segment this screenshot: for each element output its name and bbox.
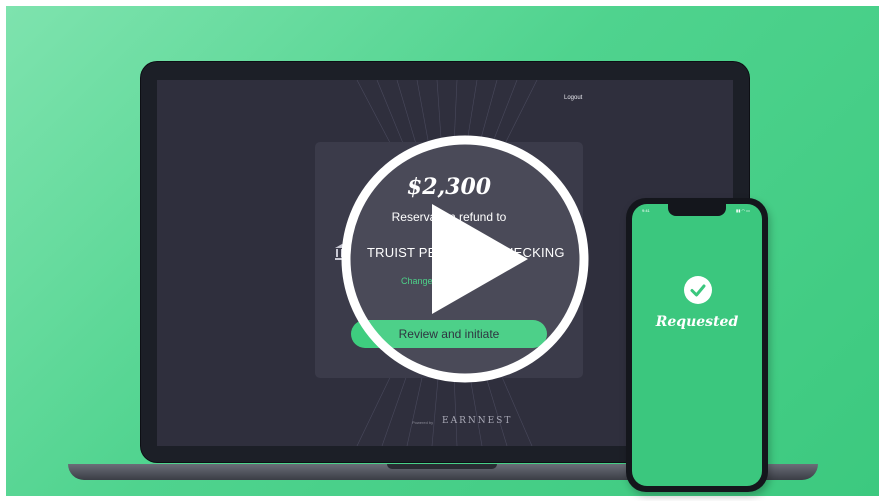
status-time: 9:41 — [642, 208, 650, 213]
play-icon[interactable] — [340, 133, 590, 385]
check-icon — [684, 276, 712, 304]
powered-by-label: Powered by — [412, 420, 434, 425]
logout-link[interactable]: Logout — [564, 95, 582, 101]
video-thumbnail[interactable]: Logout $2,300 Reservation refund to TRUI… — [6, 6, 879, 496]
brand-logo: EARNNEST — [442, 416, 513, 426]
phone: 9:41 ▮▮ ◠ ▭ Requested — [626, 198, 768, 492]
requested-status: Requested — [655, 314, 739, 330]
status-icons: ▮▮ ◠ ▭ — [736, 208, 750, 213]
phone-notch — [668, 204, 726, 216]
laptop-trackpad-notch — [387, 464, 497, 469]
phone-screen: 9:41 ▮▮ ◠ ▭ Requested — [632, 204, 762, 486]
